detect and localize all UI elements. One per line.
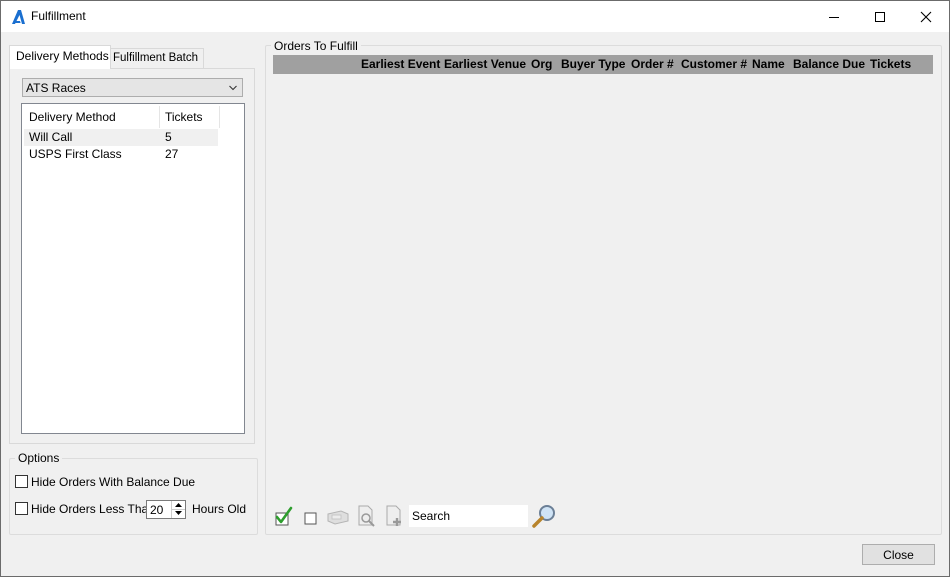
options-group <box>9 458 258 535</box>
app-logo-icon <box>12 10 25 24</box>
list-header: Delivery Method Tickets <box>24 106 220 128</box>
hours-old-label: Hours Old <box>192 502 247 516</box>
print-tickets-icon[interactable] <box>326 505 350 527</box>
orders-group <box>265 45 942 535</box>
hours-value: 20 <box>150 503 164 517</box>
options-group-title: Options <box>15 451 63 465</box>
column-header-delivery-method[interactable]: Delivery Method <box>24 106 160 128</box>
chevron-down-icon <box>229 85 237 91</box>
minimize-icon <box>829 16 839 18</box>
minimize-button[interactable] <box>811 1 857 32</box>
close-window-button[interactable] <box>903 1 949 32</box>
close-icon <box>920 11 932 22</box>
column-header-tickets[interactable]: Tickets <box>160 106 220 128</box>
tab-delivery-methods[interactable]: Delivery Methods <box>9 45 111 69</box>
deselect-all-checkbox-icon[interactable] <box>302 505 322 527</box>
caret-down-icon <box>175 511 182 515</box>
column-header-earliest-venue[interactable]: Earliest Venue <box>444 55 526 74</box>
hide-recent-orders-checkbox[interactable] <box>15 502 28 515</box>
preview-document-icon[interactable] <box>356 505 376 527</box>
delivery-method-name: Will Call <box>29 130 73 144</box>
organization-select[interactable]: ATS Races <box>22 78 243 97</box>
delivery-methods-panel: ATS Races Delivery Method Tickets Will C… <box>9 68 255 444</box>
stepper-down-button[interactable] <box>172 509 185 517</box>
search-input[interactable]: Search <box>409 505 528 527</box>
column-header-balance-due[interactable]: Balance Due <box>793 55 865 74</box>
delivery-method-tickets: 27 <box>165 147 179 161</box>
column-header-tickets[interactable]: Tickets <box>870 55 911 74</box>
hide-balance-due-label: Hide Orders With Balance Due <box>31 475 196 489</box>
column-header-customer-number[interactable]: Customer # <box>681 55 747 74</box>
tab-fulfillment-batch[interactable]: Fulfillment Batch <box>106 48 204 68</box>
column-header-buyer-type[interactable]: Buyer Type <box>561 55 625 74</box>
maximize-icon <box>875 11 885 22</box>
close-button[interactable]: Close <box>862 544 935 565</box>
search-icon[interactable] <box>531 503 557 529</box>
organization-select-value: ATS Races <box>26 81 86 95</box>
stepper-buttons <box>171 501 185 518</box>
hide-balance-due-checkbox[interactable] <box>15 475 28 488</box>
list-item[interactable]: USPS First Class 27 <box>24 146 218 163</box>
orders-group-title: Orders To Fulfill <box>271 39 361 53</box>
select-all-check-icon[interactable] <box>274 505 294 527</box>
list-item[interactable]: Will Call 5 <box>24 129 218 146</box>
delivery-method-list[interactable]: Delivery Method Tickets Will Call 5 USPS… <box>21 103 245 434</box>
column-header-earliest-event[interactable]: Earliest Event <box>361 55 440 74</box>
orders-grid-header: Earliest Event Earliest Venue Org Buyer … <box>273 55 933 74</box>
maximize-button[interactable] <box>857 1 903 32</box>
window-title: Fulfillment <box>31 9 86 23</box>
column-header-order-number[interactable]: Order # <box>631 55 674 74</box>
delivery-method-tickets: 5 <box>165 130 172 144</box>
hide-recent-orders-label: Hide Orders Less Than <box>31 502 155 516</box>
hours-stepper[interactable]: 20 <box>146 500 186 519</box>
column-header-org[interactable]: Org <box>531 55 552 74</box>
title-bar: Fulfillment <box>1 1 949 32</box>
caret-up-icon <box>175 503 182 507</box>
add-document-icon[interactable] <box>384 505 404 527</box>
delivery-method-name: USPS First Class <box>29 147 122 161</box>
column-header-name[interactable]: Name <box>752 55 785 74</box>
